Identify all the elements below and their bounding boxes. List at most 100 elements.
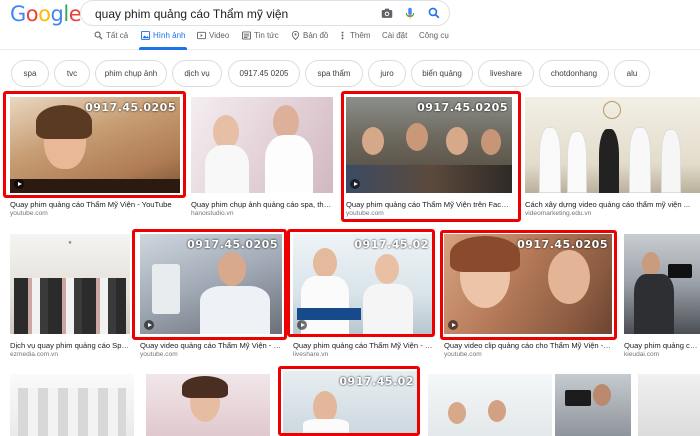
tab-all[interactable]: Tất cả <box>94 31 128 40</box>
face-shape <box>375 254 399 284</box>
image-result[interactable]: Quay phim quảng cáo Spa LA... kieudai.co… <box>624 234 700 358</box>
result-title: Quay video quảng cáo Thẩm Mỹ Viện - nh..… <box>140 341 282 350</box>
chip[interactable]: chotdonhang <box>539 60 609 87</box>
chip[interactable]: spa thẩm <box>305 60 363 87</box>
dress-shape <box>205 145 249 193</box>
tab-images[interactable]: Hình ảnh <box>138 31 188 50</box>
result-thumbnail <box>555 374 631 436</box>
face-shape <box>481 129 501 155</box>
logo-letter: o <box>25 2 39 26</box>
image-result[interactable] <box>428 374 552 436</box>
image-result[interactable]: 0917.45.0205 Quay video quảng cáo Thẩm M… <box>140 234 285 358</box>
phone-overlay: 0917.45.0205 <box>85 101 176 114</box>
result-title: Quay phim quảng cáo Spa LA... <box>624 341 700 350</box>
chip[interactable]: liveshare <box>478 60 534 87</box>
image-result[interactable]: 0917.45.0205 Quay phim quảng cáo Thẩm Mỹ… <box>10 97 182 217</box>
tab-label: Thêm <box>350 31 371 40</box>
play-icon <box>448 320 458 330</box>
chip[interactable]: tvc <box>54 60 90 87</box>
search-box <box>80 0 450 26</box>
tab-tools[interactable]: Công cụ <box>419 31 449 40</box>
camera-shape <box>668 264 692 278</box>
hair-shape <box>182 376 228 398</box>
search-submit-icon[interactable] <box>426 5 442 21</box>
tab-label: Tất cả <box>106 31 129 40</box>
face-shape <box>548 250 590 304</box>
chip[interactable]: juro <box>368 60 406 87</box>
search-tabs: Tất cả Hình ảnh Video Tin tức Bản đồ Thê… <box>0 26 700 50</box>
play-icon <box>144 320 154 330</box>
people-shapes <box>346 165 512 193</box>
result-title: Dịch vụ quay phim quảng cáo Spa... <box>10 341 130 350</box>
map-pin-icon <box>291 31 300 40</box>
result-thumbnail <box>428 374 552 436</box>
chip[interactable]: alu <box>614 60 650 87</box>
person-shape <box>629 127 651 193</box>
group-photo <box>14 278 126 334</box>
result-thumbnail: 0917.45.02 <box>283 371 418 436</box>
logo-letter: o <box>38 2 51 26</box>
image-result[interactable] <box>638 374 700 436</box>
face-shape <box>593 384 611 406</box>
caption-bar <box>10 179 180 193</box>
result-source: liveshare.vn <box>293 351 329 358</box>
tab-label: Bản đồ <box>303 31 329 40</box>
face-shape <box>642 252 660 276</box>
hair-shape <box>450 236 520 272</box>
person-shape <box>661 129 681 193</box>
play-icon <box>350 179 360 189</box>
clinic-logo <box>603 101 621 119</box>
result-thumbnail <box>191 97 333 193</box>
tab-news[interactable]: Tin tức <box>242 31 279 40</box>
camera-icon[interactable] <box>379 5 395 21</box>
tab-label: Hình ảnh <box>153 31 186 40</box>
chip[interactable]: phim chụp ảnh <box>95 60 167 87</box>
face-shape <box>362 127 384 155</box>
result-source: ezmedia.com.vn <box>10 351 59 358</box>
result-thumbnail: 0917.45.0205 <box>10 97 180 193</box>
image-result[interactable]: ★ Dịch vụ quay phim quảng cáo Spa... ezm… <box>10 234 132 358</box>
result-thumbnail <box>146 374 270 436</box>
face-shape <box>488 400 506 422</box>
dress-shape <box>265 135 313 193</box>
result-title: Quay phim quảng cáo Thẩm Mỹ Viện - YouTu… <box>10 200 172 209</box>
image-result[interactable]: 0917.45.02 Quay phim quảng cáo Thẩm Mỹ V… <box>293 234 436 358</box>
result-title: Quay video clip quảng cáo cho Thẩm Mỹ Vi… <box>444 341 612 350</box>
result-title: Cách xây dựng video quảng cáo thẩm mỹ vi… <box>525 200 691 209</box>
tab-video[interactable]: Video <box>197 31 229 40</box>
hair-shape <box>36 105 92 139</box>
chip[interactable]: biển quảng <box>411 60 473 87</box>
google-logo[interactable]: Google <box>10 2 82 26</box>
image-result[interactable]: 0917.45.0205 Quay phim quảng cáo Thẩm Mỹ… <box>346 97 516 217</box>
logo-letter: G <box>10 2 26 26</box>
person-shape <box>599 129 619 193</box>
tab-more[interactable]: Thêm <box>338 31 370 40</box>
play-icon <box>14 179 24 189</box>
tab-label: Công cụ <box>419 31 449 40</box>
face-shape <box>446 127 468 155</box>
result-source: videomarketing.edu.vn <box>525 210 592 217</box>
search-input[interactable] <box>95 5 365 22</box>
tab-settings[interactable]: Cài đặt <box>382 31 407 40</box>
person-shape <box>634 274 674 334</box>
search-icon <box>94 31 103 40</box>
chip[interactable]: 0917.45 0205 <box>228 60 300 87</box>
microphone-icon[interactable] <box>402 5 418 21</box>
result-thumbnail <box>525 97 700 193</box>
image-result[interactable]: Quay phim chụp ảnh quảng cáo spa, thẩm .… <box>191 97 335 217</box>
result-thumbnail: ★ <box>10 234 130 334</box>
image-result[interactable] <box>146 374 270 436</box>
chip[interactable]: dịch vụ <box>172 60 222 87</box>
result-title: Quay phim quảng cáo Thẩm Mỹ Viện trên Fa… <box>346 200 512 209</box>
image-result[interactable]: Cách xây dựng video quảng cáo thẩm mỹ vi… <box>525 97 700 217</box>
image-icon <box>141 31 150 40</box>
result-thumbnail <box>624 234 700 334</box>
image-result[interactable]: 0917.45.02 <box>283 371 418 436</box>
tab-maps[interactable]: Bản đồ <box>291 31 328 40</box>
image-result[interactable]: 0917.45.0205 Quay video clip quảng cáo c… <box>444 234 614 358</box>
camera-shape <box>565 390 591 406</box>
image-result[interactable] <box>10 374 134 436</box>
result-source: youtube.com <box>346 210 384 217</box>
image-result[interactable] <box>555 374 631 436</box>
chip[interactable]: spa <box>11 60 49 87</box>
